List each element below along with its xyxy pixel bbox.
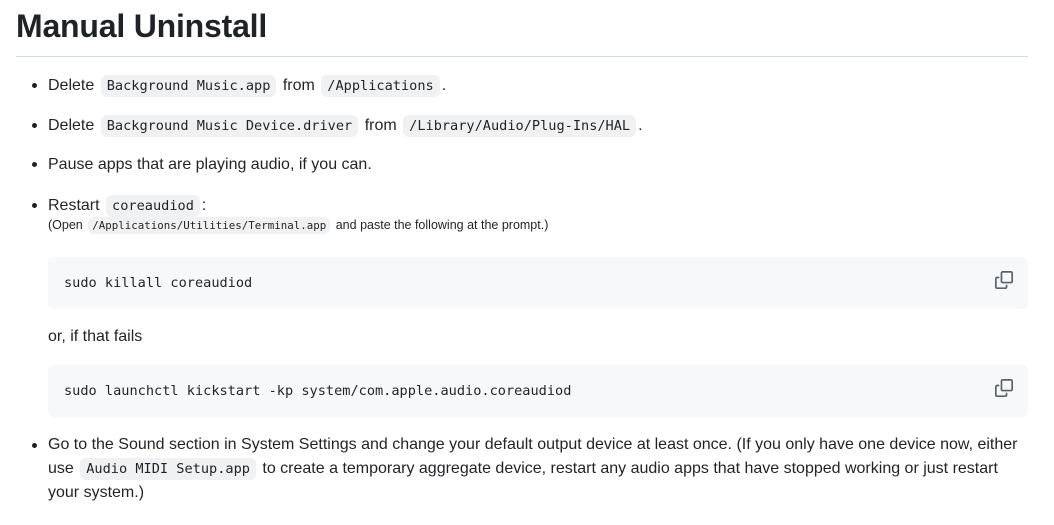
list-item-delete-app: Delete Background Music.app from /Applic… bbox=[48, 74, 446, 98]
readme-section: Manual Uninstall Delete Background Music… bbox=[0, 0, 1054, 525]
code-text[interactable]: sudo killall coreaudiod bbox=[64, 273, 252, 293]
note-text: (Open bbox=[48, 218, 83, 232]
inline-code-terminal: /Applications/Utilities/Terminal.app bbox=[88, 217, 331, 234]
item-text: Delete bbox=[48, 77, 95, 94]
item-text: Delete bbox=[48, 117, 95, 134]
inline-code-midi-setup: Audio MIDI Setup.app bbox=[80, 458, 256, 480]
item-text: . bbox=[441, 77, 447, 94]
item-text: . bbox=[638, 117, 643, 134]
section-heading: Manual Uninstall bbox=[16, 8, 268, 44]
bullet-marker bbox=[32, 83, 37, 88]
or-text: or, if that fails bbox=[48, 328, 143, 345]
item-text: : bbox=[201, 197, 207, 214]
bullet-marker bbox=[32, 443, 37, 448]
restart-note: (Open /Applications/Utilities/Terminal.a… bbox=[48, 216, 548, 235]
code-block-killall[interactable]: sudo killall coreaudiod bbox=[48, 257, 1028, 309]
item-text: from bbox=[364, 117, 397, 134]
list-item-sound-settings: Go to the Sound section in System Settin… bbox=[48, 433, 1023, 505]
item-text: from bbox=[282, 77, 315, 94]
bullet-marker bbox=[32, 162, 37, 167]
inline-code-driver: Background Music Device.driver bbox=[100, 115, 359, 137]
list-item-pause-apps: Pause apps that are playing audio, if yo… bbox=[48, 153, 372, 177]
inline-code-path: /Library/Audio/Plug-Ins/HAL bbox=[403, 115, 637, 137]
inline-code-coreaudiod: coreaudiod bbox=[106, 195, 200, 217]
list-item-restart: Restart coreaudiod: bbox=[48, 194, 206, 218]
copy-icon[interactable] bbox=[995, 379, 1013, 397]
list-item-delete-driver: Delete Background Music Device.driver fr… bbox=[48, 114, 643, 138]
inline-code-path: /Applications bbox=[321, 75, 440, 97]
bullet-marker bbox=[32, 123, 37, 128]
item-text: Pause apps that are playing audio, if yo… bbox=[48, 156, 372, 173]
heading-divider bbox=[16, 56, 1028, 57]
code-text[interactable]: sudo launchctl kickstart -kp system/com.… bbox=[64, 381, 571, 401]
inline-code-app: Background Music.app bbox=[100, 75, 277, 97]
note-text: and paste the following at the prompt.) bbox=[335, 218, 549, 232]
copy-icon[interactable] bbox=[995, 271, 1013, 289]
bullet-marker bbox=[32, 203, 37, 208]
item-text: Restart bbox=[48, 197, 100, 214]
code-block-kickstart[interactable]: sudo launchctl kickstart -kp system/com.… bbox=[48, 365, 1028, 417]
